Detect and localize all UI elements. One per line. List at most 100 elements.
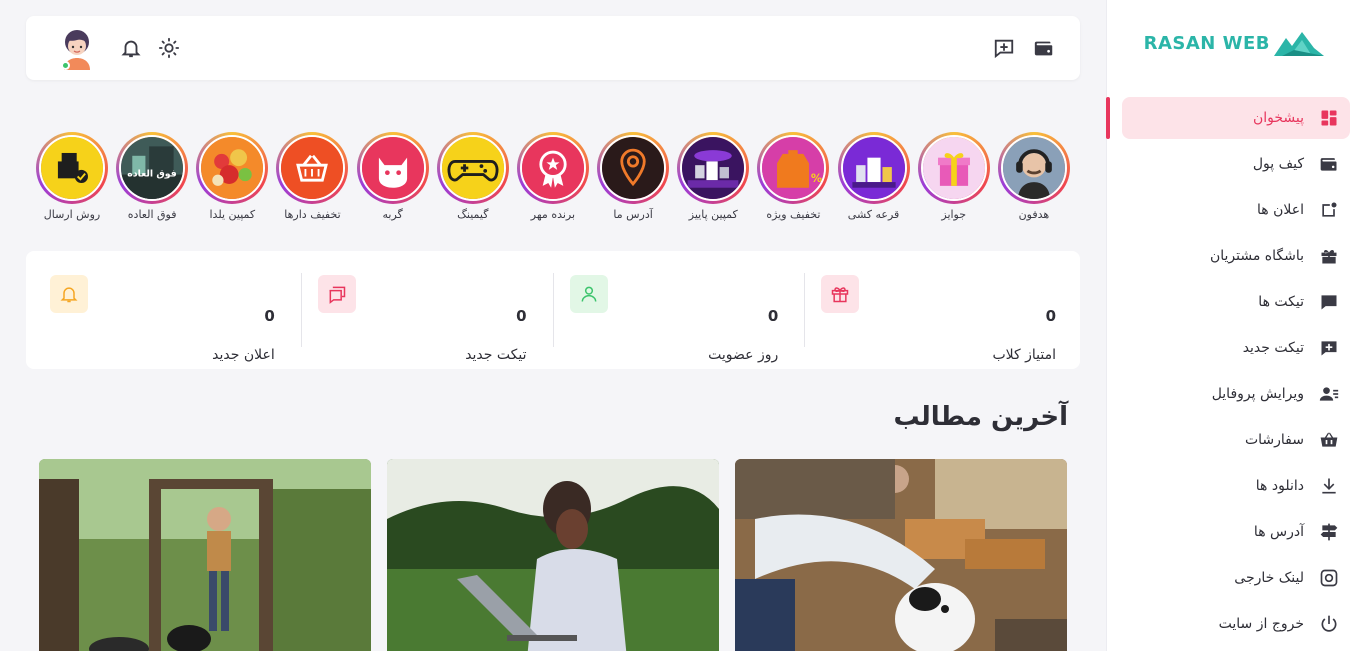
sidebar-item-notifications[interactable]: اعلان ها [1122,189,1350,231]
story-gaming[interactable]: گیمینگ [436,132,509,222]
sidebar-item-wallet[interactable]: کیف پول [1122,143,1350,185]
sidebar: RASAN WEB پیشخوان کیف پول اعلان ها باشگا… [1106,0,1362,651]
story-label: تخفیف دارها [284,208,341,221]
story-label: هدفون [1018,208,1050,221]
avatar[interactable] [58,28,96,70]
stat-new-notifications: 0 اعلان جدید [50,273,301,363]
story-overlay-text: فوق العاده [127,168,177,179]
sidebar-item-addresses[interactable]: آدرس ها [1122,511,1350,553]
sidebar-item-label: ویرایش پروفایل [1211,386,1304,402]
sidebar-item-label: لینک خارجی [1234,570,1304,586]
sidebar-item-label: آدرس ها [1253,524,1304,540]
sidebar-item-edit-profile[interactable]: ویرایش پروفایل [1122,373,1350,415]
brand-mark-icon [1274,32,1324,56]
sidebar-item-tickets[interactable]: تیکت ها [1122,281,1350,323]
post-image [39,459,371,651]
wallet-button[interactable] [1032,36,1056,60]
story-yalda[interactable]: کمپین یلدا [196,132,269,222]
brand-name: RASAN WEB [1143,32,1270,54]
story-special[interactable]: فوق العاده فوق العاده [116,132,189,222]
story-label: روش ارسال [43,208,101,221]
story-image [39,135,105,201]
stat-value: 0 [264,307,275,325]
instagram-icon [1318,567,1340,589]
post-image [387,459,719,651]
post-card[interactable] [39,459,371,651]
stat-label: روز عضویت [708,347,779,363]
gift-icon [1318,245,1340,267]
notification-square-icon [1318,199,1340,221]
latest-posts [39,459,1067,651]
section-title-latest: آخرین مطالب [893,402,1068,432]
story-label: آدرس ما [613,208,653,221]
stat-label: امتیاز کلاب [992,347,1056,363]
story-autumn-campaign[interactable]: کمپین پاییز [677,132,750,222]
brand-logo[interactable]: RASAN WEB [1144,26,1326,60]
gift-icon [821,275,860,313]
stat-label: اعلان جدید [212,347,275,363]
story-headphones[interactable]: هدفون [997,132,1070,222]
chat-plus-icon [1318,337,1340,359]
sidebar-item-logout[interactable]: خروج از سایت [1122,603,1350,645]
story-prizes[interactable]: جوایز [917,132,990,222]
story-our-address[interactable]: آدرس ما [597,132,670,222]
story-label: کمپین یلدا [209,208,256,221]
story-image: فوق العاده [119,135,186,201]
stories-row: روش ارسال فوق العاده فوق العاده کمپین یل… [36,132,1070,222]
stat-label: تیکت جدید [465,347,527,363]
story-discounted[interactable]: تخفیف دارها [276,132,349,222]
top-header [26,16,1080,80]
sidebar-item-label: باشگاه مشتریان [1209,248,1304,264]
new-ticket-button[interactable] [992,36,1016,60]
story-image [279,135,346,201]
story-label: گیمینگ [457,208,489,221]
notifications-button[interactable] [119,36,143,60]
sidebar-item-new-ticket[interactable]: تیکت جدید [1122,327,1350,369]
sidebar-item-external-link[interactable]: لینک خارجی [1122,557,1350,599]
bell-icon [50,275,88,313]
sidebar-item-label: تیکت جدید [1242,340,1304,356]
wallet-icon [1034,41,1053,56]
sidebar-item-label: پیشخوان [1252,110,1304,126]
sidebar-item-label: اعلان ها [1257,202,1304,218]
post-card[interactable] [387,459,719,651]
user-edit-icon [1318,383,1340,405]
chat-icon [1318,291,1340,313]
basket-icon [1318,429,1340,451]
story-image [680,135,747,201]
story-label: فوق العاده [127,208,177,221]
story-label: برنده مهر [530,208,576,221]
sidebar-nav: پیشخوان کیف پول اعلان ها باشگاه مشتریان … [1122,97,1350,649]
theme-toggle-button[interactable] [157,36,181,60]
sidebar-item-label: خروج از سایت [1218,616,1304,632]
story-label: گربه [382,208,403,221]
chat-plus-icon [994,39,1014,59]
sidebar-item-orders[interactable]: سفارشات [1122,419,1350,461]
story-image [920,135,987,201]
story-shipping[interactable]: روش ارسال [36,132,108,222]
story-image [199,135,266,201]
sidebar-item-dashboard[interactable]: پیشخوان [1122,97,1350,139]
svg-text:%: % [811,172,822,185]
story-image [840,135,907,201]
story-special-discount[interactable]: % تخفیف ویژه [757,132,830,222]
sidebar-item-club[interactable]: باشگاه مشتریان [1122,235,1350,277]
sidebar-item-label: دانلود ها [1255,478,1304,494]
story-lottery[interactable]: قرعه کشی [837,132,910,222]
sidebar-item-label: تیکت ها [1258,294,1304,310]
bell-icon [121,40,141,58]
story-image [600,135,667,201]
story-cat[interactable]: گربه [356,132,429,222]
signpost-icon [1318,521,1340,543]
story-label: کمپین پاییز [688,208,738,221]
story-image [359,135,426,201]
chat-icon [317,275,356,313]
dashboard-icon [1318,107,1340,129]
sidebar-item-downloads[interactable]: دانلود ها [1122,465,1350,507]
sidebar-item-label: سفارشات [1244,432,1304,448]
story-mehr-winner[interactable]: برنده مهر [516,132,589,222]
post-image [735,459,1067,651]
download-icon [1318,475,1340,497]
post-card[interactable] [735,459,1067,651]
stat-membership-days: 0 روز عضویت [552,273,805,363]
